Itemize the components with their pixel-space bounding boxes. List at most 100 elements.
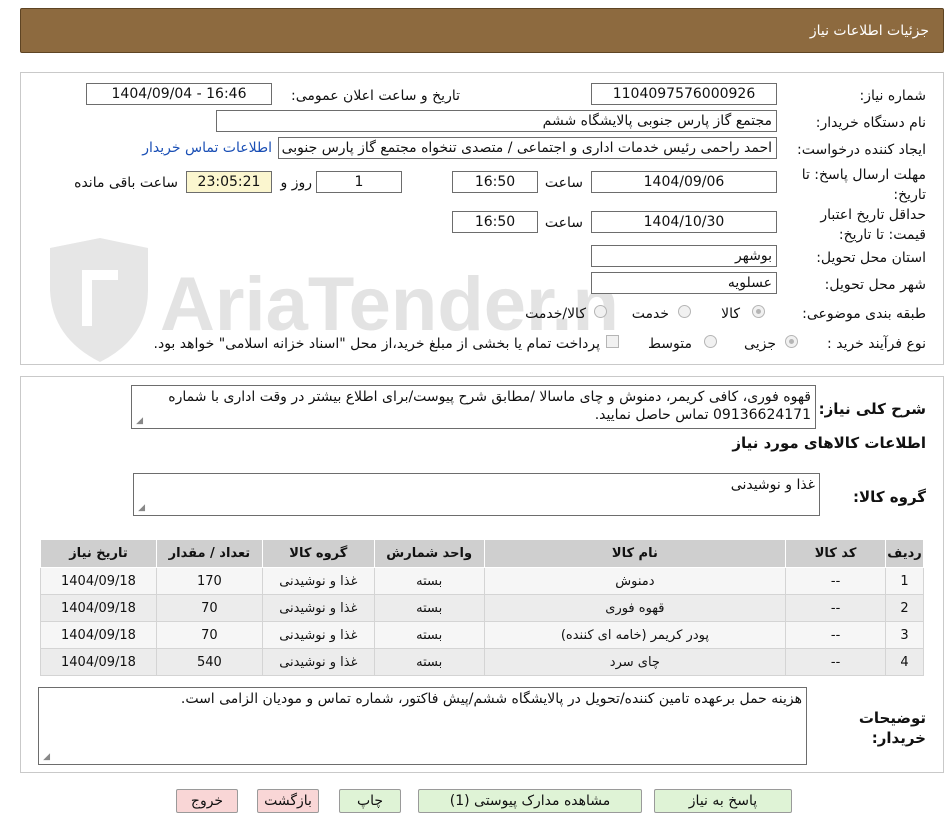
treasury-checkbox-label: پرداخت تمام یا بخشی از مبلغ خرید،از محل … [153,336,600,352]
cell-qty: 540 [155,648,263,676]
announce-label: تاریخ و ساعت اعلان عمومی: [291,88,460,104]
validity-date-field[interactable]: 1404/10/30 [591,211,777,233]
category-radio-both[interactable] [594,305,607,318]
cell-date: 1404/09/18 [40,648,157,676]
requester-field[interactable]: احمد راحمی رئیس خدمات اداری و اجتماعی / … [278,137,777,159]
buyer-notes-text: هزینه حمل برعهده تامین کننده/تحویل در پا… [180,691,802,707]
exit-button[interactable]: خروج [176,789,238,813]
need-number-field[interactable]: 1104097576000926 [591,83,777,105]
need-number-label: شماره نیاز: [859,88,927,104]
reply-time-label: ساعت [544,175,583,191]
cell-unit: بسته [373,621,485,649]
col-header-row-num: ردیف [885,539,924,568]
cell-unit: بسته [373,567,485,595]
resize-grip-icon[interactable]: ◢ [135,417,143,426]
city-field[interactable]: عسلویه [591,272,777,294]
cell-group: غذا و نوشیدنی [261,594,375,622]
cell-group: غذا و نوشیدنی [261,621,375,649]
resize-grip-icon[interactable]: ◢ [42,753,50,762]
page-title: جزئیات اطلاعات نیاز [809,23,929,39]
remaining-label: ساعت باقی مانده [74,175,178,191]
cell-row-num: 1 [885,567,924,595]
cell-qty: 170 [155,567,263,595]
cell-code: -- [785,621,887,649]
validity-time-field[interactable]: 16:50 [452,211,538,233]
category-option-service: خدمت [631,306,669,322]
cell-date: 1404/09/18 [40,621,157,649]
table-header-row: ردیف کد کالا نام کالا واحد شمارش گروه کا… [40,539,924,568]
table-row[interactable]: 2 -- قهوه فوری بسته غذا و نوشیدنی 70 140… [40,594,924,622]
back-button[interactable]: بازگشت [257,789,319,813]
cell-unit: بسته [373,648,485,676]
cell-name: پودر کریمر (خامه ای کننده) [483,621,787,649]
attachments-button[interactable]: مشاهده مدارک پیوستی (1) [418,789,642,813]
treasury-checkbox[interactable] [606,335,619,348]
cell-code: -- [785,648,887,676]
resize-grip-icon[interactable]: ◢ [137,504,145,513]
buyer-notes-label: توضیحات خریدار: [858,709,926,747]
buyer-org-label: نام دستگاه خریدار: [815,115,926,131]
buyer-notes-field[interactable]: هزینه حمل برعهده تامین کننده/تحویل در پا… [38,687,807,765]
col-header-group: گروه کالا [261,539,375,568]
goods-group-field[interactable]: غذا و نوشیدنی ◢ [133,473,820,516]
process-label: نوع فرآیند خرید : [827,336,926,352]
print-button[interactable]: چاپ [339,789,401,813]
cell-unit: بسته [373,594,485,622]
process-radio-minor[interactable] [785,335,798,348]
cell-row-num: 3 [885,621,924,649]
category-option-goods: کالا [721,306,740,322]
table-row[interactable]: 4 -- چای سرد بسته غذا و نوشیدنی 540 1404… [40,648,924,676]
cell-qty: 70 [155,621,263,649]
col-header-qty: تعداد / مقدار [155,539,263,568]
col-header-code: کد کالا [785,539,887,568]
cell-qty: 70 [155,594,263,622]
process-option-medium: متوسط [648,336,692,352]
cell-name: قهوه فوری [483,594,787,622]
col-header-unit: واحد شمارش [373,539,485,568]
reply-button[interactable]: پاسخ به نیاز [654,789,792,813]
items-table: ردیف کد کالا نام کالا واحد شمارش گروه کا… [40,539,924,676]
goods-group-text: غذا و نوشیدنی [730,477,815,493]
table-row[interactable]: 3 -- پودر کریمر (خامه ای کننده) بسته غذا… [40,621,924,649]
province-field[interactable]: بوشهر [591,245,777,267]
category-label: طبقه بندی موضوعی: [802,306,926,322]
remaining-time-field: 23:05:21 [186,171,272,193]
goods-section-title: اطلاعات کالاهای مورد نیاز [732,434,926,452]
reply-date-field[interactable]: 1404/09/06 [591,171,777,193]
city-label: شهر محل تحویل: [824,277,926,293]
days-label: روز و [280,175,313,191]
description-label: شرح کلی نیاز: [818,400,926,418]
col-header-name: نام کالا [483,539,787,568]
cell-row-num: 2 [885,594,924,622]
cell-name: چای سرد [483,648,787,676]
goods-group-label: گروه کالا: [853,488,926,506]
announce-field[interactable]: 1404/09/04 - 16:46 [86,83,272,105]
cell-name: دمنوش [483,567,787,595]
cell-group: غذا و نوشیدنی [261,567,375,595]
cell-code: -- [785,594,887,622]
description-field[interactable]: قهوه فوری، کافی کریمر، دمنوش و چای ماسال… [131,385,816,429]
process-radio-medium[interactable] [704,335,717,348]
validity-time-label: ساعت [544,215,583,231]
cell-code: -- [785,567,887,595]
price-validity-label: حداقل تاریخ اعتبار قیمت: تا تاریخ: [820,207,926,243]
col-header-date: تاریخ نیاز [40,539,157,568]
table-row[interactable]: 1 -- دمنوش بسته غذا و نوشیدنی 170 1404/0… [40,567,924,595]
reply-deadline-label: مهلت ارسال پاسخ: تا تاریخ: [801,167,926,203]
description-text: قهوه فوری، کافی کریمر، دمنوش و چای ماسال… [168,389,811,423]
requester-label: ایجاد کننده درخواست: [797,142,926,158]
buyer-contact-link[interactable]: اطلاعات تماس خریدار [142,140,272,156]
cell-row-num: 4 [885,648,924,676]
cell-date: 1404/09/18 [40,594,157,622]
cell-group: غذا و نوشیدنی [261,648,375,676]
category-radio-goods[interactable] [752,305,765,318]
cell-date: 1404/09/18 [40,567,157,595]
category-radio-service[interactable] [678,305,691,318]
buyer-org-field[interactable]: مجتمع گاز پارس جنوبی پالایشگاه ششم [216,110,777,132]
process-option-minor: جزیی [744,336,776,352]
days-field[interactable]: 1 [316,171,402,193]
province-label: استان محل تحویل: [816,250,926,266]
reply-time-field[interactable]: 16:50 [452,171,538,193]
page-header: جزئیات اطلاعات نیاز [20,8,944,53]
category-option-both: کالا/خدمت [525,306,586,322]
